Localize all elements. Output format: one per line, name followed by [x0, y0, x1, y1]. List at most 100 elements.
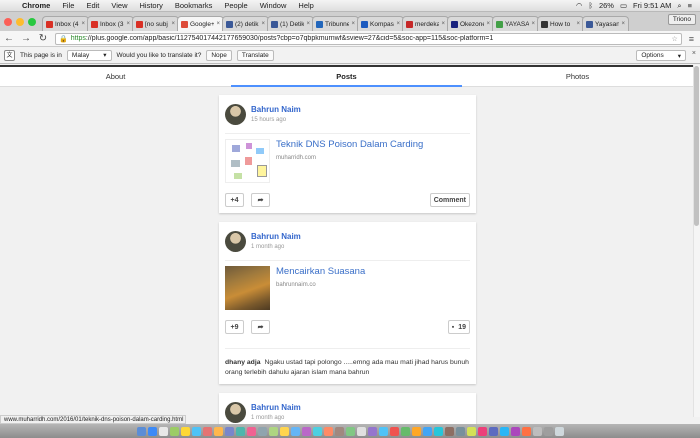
dock-app-icon[interactable]	[191, 426, 201, 436]
dock-app-icon[interactable]	[224, 426, 234, 436]
browser-tab[interactable]: How to ×	[537, 16, 584, 31]
wifi-icon[interactable]: ◠	[576, 1, 583, 10]
menu-edit[interactable]: Edit	[86, 1, 99, 10]
dock-app-icon[interactable]	[257, 426, 267, 436]
plus-one-button[interactable]: +9	[225, 320, 244, 334]
dock-app-icon[interactable]	[158, 426, 168, 436]
post-time[interactable]: 15 hours ago	[251, 117, 301, 123]
close-window-button[interactable]	[4, 17, 12, 26]
language-select[interactable]: Malay ▾	[66, 49, 112, 61]
reload-icon[interactable]: ↻	[38, 33, 48, 44]
avatar[interactable]	[225, 230, 246, 252]
tab-photos[interactable]: Photos	[462, 67, 693, 86]
battery-percent[interactable]: 26%	[599, 1, 614, 10]
link-preview[interactable]: Teknik DNS Poison Dalam Carding muharrid…	[225, 133, 470, 183]
close-tab-icon[interactable]: ×	[306, 21, 310, 27]
dock-app-icon[interactable]	[180, 426, 190, 436]
browser-tab[interactable]: merdeka ×	[402, 16, 449, 31]
menu-view[interactable]: View	[111, 1, 127, 10]
clock[interactable]: Fri 9:51 AM	[633, 1, 671, 10]
close-tab-icon[interactable]: ×	[441, 21, 445, 27]
dock-app-icon[interactable]	[477, 426, 487, 436]
link-title[interactable]: Mencairkan Suasana	[276, 266, 365, 277]
dock-app-icon[interactable]	[532, 426, 542, 436]
dock-app-icon[interactable]	[422, 426, 432, 436]
avatar[interactable]	[225, 401, 246, 423]
menu-app-name[interactable]: Chrome	[22, 1, 50, 10]
back-arrow-icon[interactable]: ←	[4, 33, 14, 44]
comment-button[interactable]: Comment	[429, 193, 470, 207]
tab-about[interactable]: About	[0, 67, 231, 86]
chrome-menu-icon[interactable]: ≡	[689, 34, 694, 44]
close-tab-icon[interactable]: ×	[126, 21, 130, 27]
dock-app-icon[interactable]	[543, 426, 553, 436]
post-author[interactable]: Bahrun Naim	[251, 403, 301, 412]
menu-people[interactable]: People	[224, 1, 247, 10]
browser-tab[interactable]: (2) detik ×	[222, 16, 269, 31]
dock-app-icon[interactable]	[202, 426, 212, 436]
dock-app-icon[interactable]	[488, 426, 498, 436]
link-preview[interactable]: Mencairkan Suasana bahrunnaim.co	[225, 260, 470, 310]
close-icon[interactable]: ×	[692, 50, 696, 57]
dock-app-icon[interactable]	[444, 426, 454, 436]
avatar[interactable]	[225, 103, 246, 125]
translate-button[interactable]: Translate	[236, 49, 274, 61]
menu-file[interactable]: File	[62, 1, 74, 10]
browser-tab[interactable]: [no subj ×	[132, 16, 179, 31]
dock-app-icon[interactable]	[323, 426, 333, 436]
battery-icon[interactable]: ▭	[620, 1, 627, 10]
comment-author[interactable]: dhany adja	[225, 359, 261, 366]
dock-app-icon[interactable]	[334, 426, 344, 436]
options-select[interactable]: Options ▾	[636, 50, 686, 61]
dock-app-icon[interactable]	[301, 426, 311, 436]
tab-posts[interactable]: Posts	[231, 67, 462, 87]
post-time[interactable]: 1 month ago	[251, 244, 301, 250]
dock-app-icon[interactable]	[400, 426, 410, 436]
browser-tab[interactable]: Kompas ×	[357, 16, 404, 31]
close-tab-icon[interactable]: ×	[261, 21, 265, 27]
minimize-window-button[interactable]	[16, 17, 24, 26]
dock-app-icon[interactable]	[521, 426, 531, 436]
dock-app-icon[interactable]	[345, 426, 355, 436]
post-time[interactable]: 1 month ago	[251, 415, 301, 421]
menu-window[interactable]: Window	[260, 1, 287, 10]
address-text[interactable]: https://plus.google.com/app/basic/112754…	[71, 35, 669, 42]
close-tab-icon[interactable]: ×	[81, 21, 85, 27]
dock-app-icon[interactable]	[169, 426, 179, 436]
dock-app-icon[interactable]	[213, 426, 223, 436]
browser-tab[interactable]: Google+ ×	[177, 16, 224, 31]
menu-history[interactable]: History	[140, 1, 163, 10]
dock-app-icon[interactable]	[147, 426, 157, 436]
dock-app-icon[interactable]	[411, 426, 421, 436]
dock-app-icon[interactable]	[235, 426, 245, 436]
post-author[interactable]: Bahrun Naim	[251, 232, 301, 241]
close-tab-icon[interactable]: ×	[486, 21, 490, 27]
bluetooth-icon[interactable]: ᛒ	[588, 1, 593, 10]
link-thumbnail[interactable]	[225, 266, 270, 310]
scrollbar-thumb[interactable]	[694, 66, 699, 226]
comments-count-button[interactable]: ▪ 19	[447, 320, 470, 334]
dock-app-icon[interactable]	[378, 426, 388, 436]
dock-app-icon[interactable]	[268, 426, 278, 436]
list-icon[interactable]: ≡	[688, 1, 692, 10]
dock-app-icon[interactable]	[356, 426, 366, 436]
dock-app-icon[interactable]	[312, 426, 322, 436]
close-tab-icon[interactable]: ×	[621, 21, 625, 27]
address-bar[interactable]: 🔒 https://plus.google.com/app/basic/1127…	[55, 32, 682, 45]
browser-tab[interactable]: Inbox (3 ×	[87, 16, 134, 31]
close-tab-icon[interactable]: ×	[396, 21, 400, 27]
dock-app-icon[interactable]	[136, 426, 146, 436]
dock-app-icon[interactable]	[290, 426, 300, 436]
dock-app-icon[interactable]	[389, 426, 399, 436]
dock-app-icon[interactable]	[433, 426, 443, 436]
post-author[interactable]: Bahrun Naim	[251, 105, 301, 114]
close-tab-icon[interactable]: ×	[216, 21, 220, 27]
forward-arrow-icon[interactable]: →	[21, 33, 31, 44]
browser-tab[interactable]: Yayasan ×	[582, 16, 629, 31]
nope-button[interactable]: Nope	[206, 49, 232, 61]
share-icon[interactable]: ➦	[251, 320, 270, 334]
menu-bookmarks[interactable]: Bookmarks	[175, 1, 213, 10]
browser-tab[interactable]: (1) Detik ×	[267, 16, 314, 31]
dock-app-icon[interactable]	[554, 426, 564, 436]
browser-tab[interactable]: YAYASAN×	[492, 16, 539, 31]
